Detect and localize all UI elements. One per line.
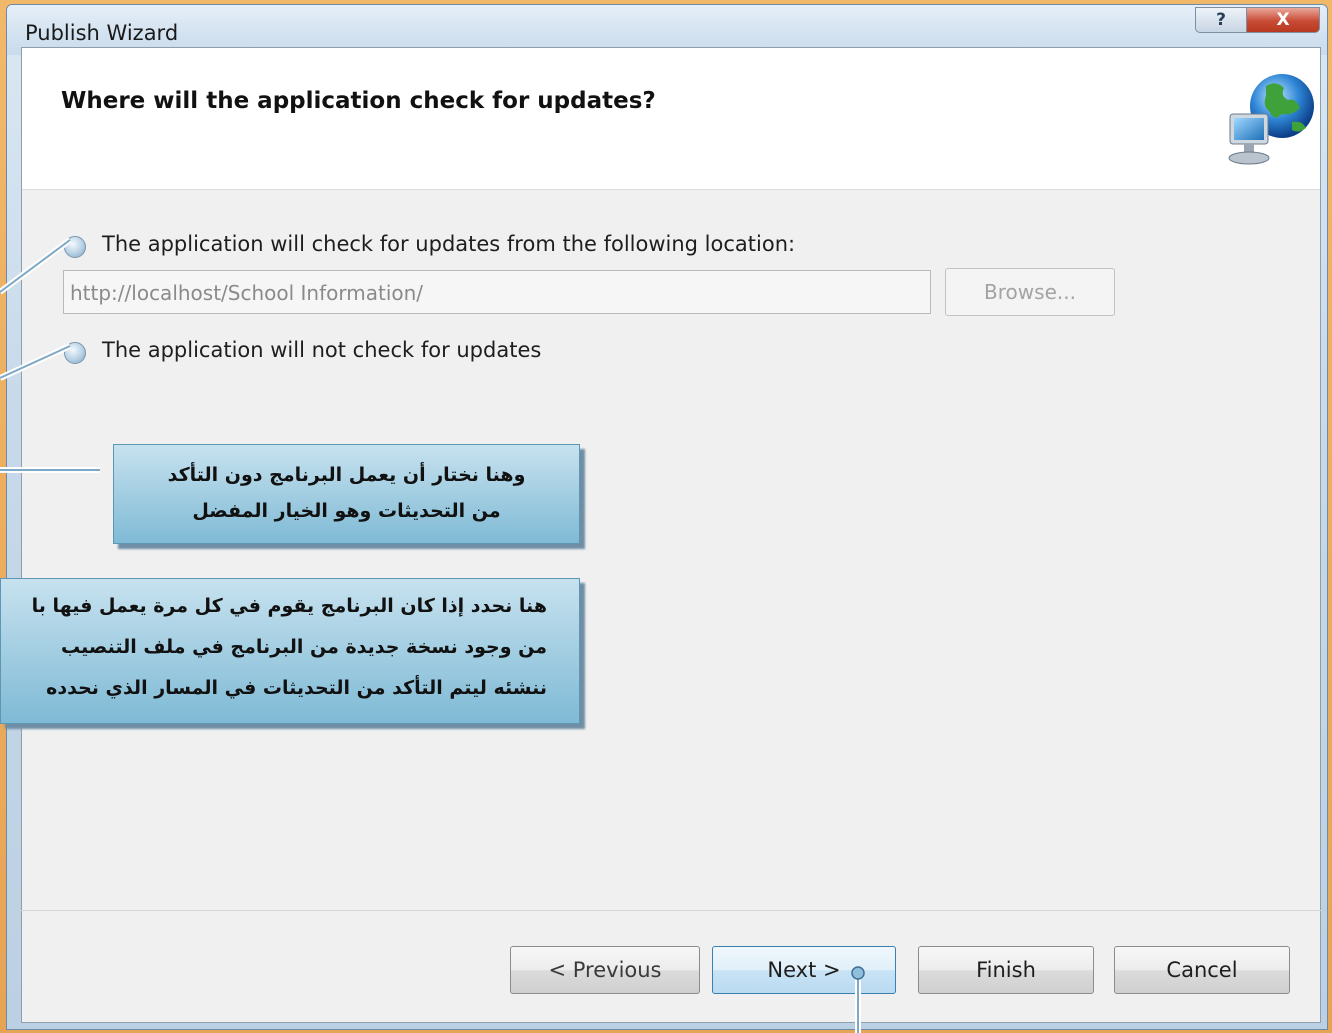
- update-location-field[interactable]: http://localhost/School Information/: [63, 270, 931, 314]
- cancel-button[interactable]: Cancel: [1114, 946, 1290, 994]
- callout-update-location-line-3: ننشئه ليتم التأكد من التحديثات في المسار…: [46, 677, 547, 699]
- next-button[interactable]: Next >: [712, 946, 896, 994]
- help-icon: ?: [1216, 10, 1226, 30]
- callout-no-update: وهنا نختار أن يعمل البرنامج دون التأكد م…: [113, 444, 580, 544]
- callout-no-update-line-1: وهنا نختار أن يعمل البرنامج دون التأكد: [167, 464, 526, 486]
- close-button[interactable]: X: [1246, 7, 1320, 33]
- no-check-radio[interactable]: [64, 342, 86, 364]
- network-globe-icon: [1228, 74, 1314, 165]
- page-title: Where will the application check for upd…: [61, 88, 656, 114]
- finish-button[interactable]: Finish: [918, 946, 1094, 994]
- wizard-header: Where will the application check for upd…: [22, 48, 1320, 190]
- help-button[interactable]: ?: [1195, 7, 1247, 33]
- callout-update-location: هنا نحدد إذا كان البرنامج يقوم في كل مرة…: [0, 578, 580, 724]
- check-location-radio[interactable]: [64, 236, 86, 258]
- previous-button[interactable]: < Previous: [510, 946, 700, 994]
- callout-update-location-line-1: هنا نحدد إذا كان البرنامج يقوم في كل مرة…: [31, 595, 547, 617]
- footer-separator: [21, 910, 1321, 911]
- callout-no-update-line-2: من التحديثات وهو الخيار المفضل: [192, 500, 501, 522]
- window-title: Publish Wizard: [25, 21, 179, 45]
- no-check-label: The application will not check for updat…: [102, 338, 542, 362]
- callout-update-location-line-2: من وجود نسخة جديدة من البرنامج في ملف ال…: [61, 636, 547, 658]
- check-location-label: The application will check for updates f…: [102, 232, 796, 256]
- close-icon: X: [1276, 10, 1290, 30]
- browse-button[interactable]: Browse...: [945, 268, 1115, 316]
